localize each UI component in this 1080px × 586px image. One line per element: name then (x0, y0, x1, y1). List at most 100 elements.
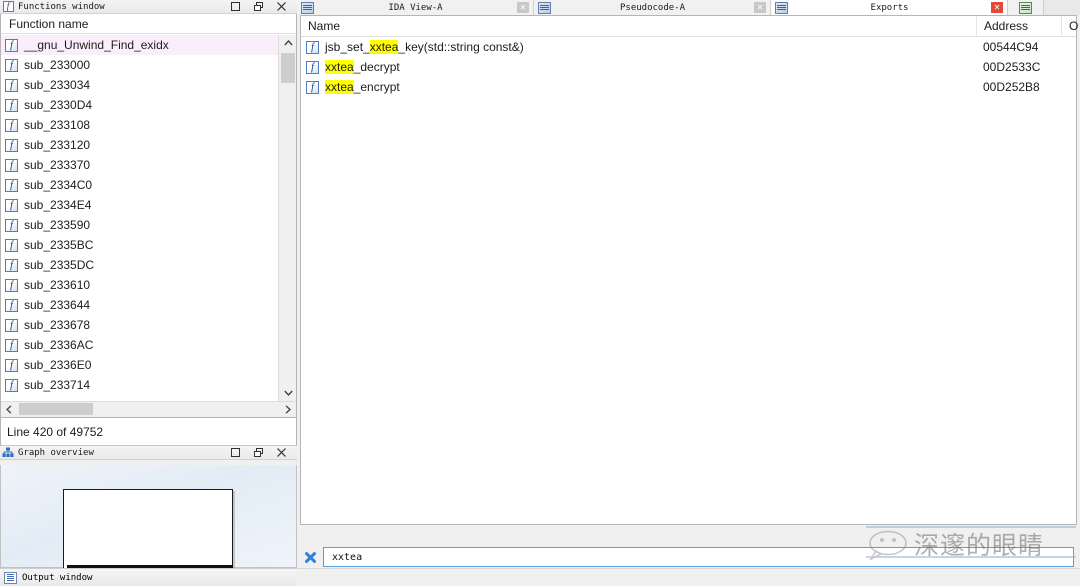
graph-overview-undock-icon[interactable] (253, 447, 264, 458)
functions-window-undock-icon[interactable] (253, 1, 264, 12)
function-list-item[interactable]: f sub_2330D4 (1, 95, 279, 115)
function-list-item[interactable]: f sub_2334C0 (1, 175, 279, 195)
tab-close-icon[interactable]: ✕ (991, 2, 1003, 13)
function-icon: f (5, 138, 18, 152)
function-list-item[interactable]: f sub_233034 (1, 75, 279, 95)
right-dock: IDA View-A ✕ Pseudocode-A ✕ Exports ✕ Name Ad… (297, 0, 1080, 586)
function-list-item[interactable]: f sub_233644 (1, 295, 279, 315)
function-icon: f (5, 378, 18, 392)
exports-row-name: f xxtea _decrypt (306, 57, 400, 77)
scroll-right-icon[interactable] (280, 402, 296, 417)
left-dock: f Functions window Function name f __gnu_… (0, 0, 297, 586)
tab-ida-view-a[interactable]: IDA View-A ✕ (297, 0, 534, 15)
output-window-titlebar[interactable]: Output window (0, 568, 297, 586)
functions-hscrollbar-thumb[interactable] (19, 403, 93, 415)
function-list-item[interactable]: f sub_2336AC (1, 335, 279, 355)
function-list-item-label: sub_233000 (24, 58, 91, 72)
exports-row[interactable]: f xxtea _decrypt 00D2533C (301, 57, 1076, 77)
function-icon: f (5, 38, 18, 52)
function-list-item-label: sub_2335BC (24, 238, 94, 252)
exports-name-text: _encrypt (353, 80, 400, 94)
exports-row-address: 00D252B8 (983, 80, 1040, 94)
functions-vertical-scrollbar[interactable] (278, 35, 296, 401)
function-list-item[interactable]: f sub_233120 (1, 135, 279, 155)
tab-exports[interactable]: Exports ✕ (771, 0, 1008, 15)
function-icon: f (5, 278, 18, 292)
exports-column-name[interactable]: Name (301, 16, 976, 36)
tab-label: Exports (870, 2, 909, 13)
function-list-item[interactable]: f sub_2335BC (1, 235, 279, 255)
function-icon: f (5, 338, 18, 352)
function-list-item[interactable]: f sub_2336E0 (1, 355, 279, 375)
tab-structures[interactable] (1008, 0, 1044, 15)
function-list-item[interactable]: f sub_233678 (1, 315, 279, 335)
pseudocode-icon (538, 1, 551, 14)
exports-icon (775, 1, 788, 14)
graph-overview-canvas[interactable] (0, 465, 297, 584)
function-list-item-label: sub_2334C0 (24, 178, 93, 192)
function-list-item[interactable]: f sub_233714 (1, 375, 279, 395)
scroll-left-icon[interactable] (1, 402, 17, 417)
tab-pseudocode-a[interactable]: Pseudocode-A ✕ (534, 0, 771, 15)
tab-label: Pseudocode-A (619, 2, 686, 13)
functions-horizontal-scrollbar[interactable] (1, 401, 296, 417)
function-list-item-label: sub_233590 (24, 218, 91, 232)
function-icon: f (5, 58, 18, 72)
graph-overview-restore-icon[interactable] (230, 447, 241, 458)
functions-scrollbar-thumb[interactable] (281, 53, 295, 83)
graph-overview-titlebar[interactable]: Graph overview (0, 446, 297, 460)
functions-window-restore-icon[interactable] (230, 1, 241, 12)
function-list-item[interactable]: f __gnu_Unwind_Find_exidx (1, 35, 279, 55)
functions-column-header[interactable]: Function name (1, 14, 296, 34)
functions-window-close-icon[interactable] (276, 1, 287, 12)
quick-filter-bar: xxtea (297, 546, 1080, 568)
function-icon: f (5, 218, 18, 232)
right-bottom-filler (297, 568, 1080, 586)
search-match-highlight: xxtea (325, 80, 354, 94)
exports-row-name: f xxtea _encrypt (306, 77, 400, 97)
line-status-label: Line 420 of 49752 (7, 424, 104, 439)
functions-scroll-area[interactable]: f __gnu_Unwind_Find_exidx f sub_233000 f sub_… (1, 35, 279, 401)
function-icon: f (5, 318, 18, 332)
tab-close-icon[interactable]: ✕ (517, 2, 529, 13)
function-icon: f (5, 358, 18, 372)
functions-column-header-label: Function name (9, 16, 89, 31)
function-list-item-label: sub_233714 (24, 378, 91, 392)
exports-column-ordinal[interactable]: O (1061, 16, 1080, 36)
tab-close-icon[interactable]: ✕ (754, 2, 766, 13)
function-list-item-label: sub_233120 (24, 138, 91, 152)
clear-search-icon[interactable] (297, 547, 323, 567)
search-input[interactable]: xxtea (323, 547, 1074, 567)
scroll-up-icon[interactable] (279, 35, 297, 51)
function-icon: f (5, 178, 18, 192)
function-list-item[interactable]: f sub_233370 (1, 155, 279, 175)
function-icon: f (5, 298, 18, 312)
function-icon: f (5, 118, 18, 132)
exports-column-address[interactable]: Address (976, 16, 1061, 36)
function-list-item-label: sub_233370 (24, 158, 91, 172)
exports-row[interactable]: f xxtea _encrypt 00D252B8 (301, 77, 1076, 97)
function-list-item-label: sub_233610 (24, 278, 91, 292)
function-list-item[interactable]: f sub_233000 (1, 55, 279, 75)
functions-list-panel: Function name f __gnu_Unwind_Find_exidx f s… (0, 14, 297, 418)
graph-overview-close-icon[interactable] (276, 447, 287, 458)
function-icon: f (5, 158, 18, 172)
scroll-down-icon[interactable] (279, 385, 297, 401)
structures-icon (1019, 1, 1032, 14)
function-list-item[interactable]: f sub_233108 (1, 115, 279, 135)
functions-window-titlebar[interactable]: f Functions window (0, 0, 297, 14)
function-list-item[interactable]: f sub_233590 (1, 215, 279, 235)
ida-view-icon (301, 1, 314, 14)
exports-row[interactable]: f jsb_set_ xxtea _key(std::string const&) 00… (301, 37, 1076, 57)
function-list-item-label: sub_2335DC (24, 258, 95, 272)
exports-name-text: _decrypt (353, 60, 400, 74)
function-list-item-label: sub_2330D4 (24, 98, 93, 112)
output-window-icon (4, 571, 17, 584)
function-list-item[interactable]: f sub_2334E4 (1, 195, 279, 215)
search-input-value: xxtea (332, 551, 363, 563)
function-list-item-label: __gnu_Unwind_Find_exidx (24, 38, 169, 52)
ida-pro-window: f Functions window Function name f __gnu_… (0, 0, 1080, 586)
function-list-item[interactable]: f sub_2335DC (1, 255, 279, 275)
graph-overview-icon (2, 447, 14, 458)
function-list-item[interactable]: f sub_233610 (1, 275, 279, 295)
